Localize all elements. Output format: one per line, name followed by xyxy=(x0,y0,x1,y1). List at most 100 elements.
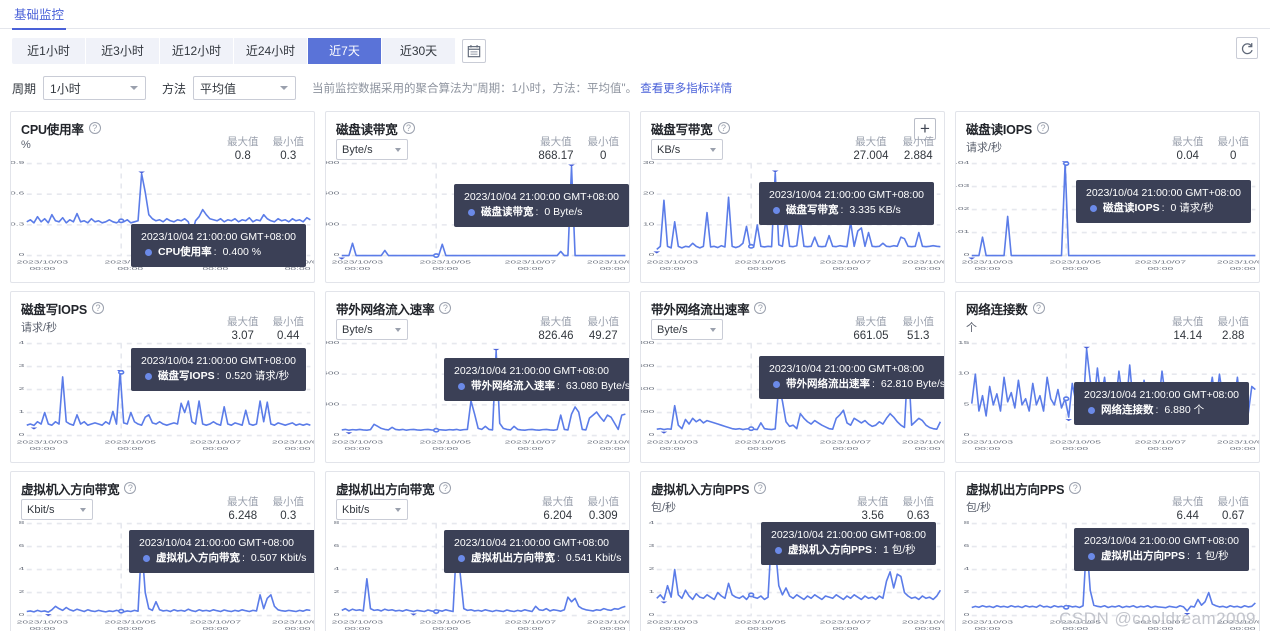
x-tick-label: 00:00 xyxy=(117,446,144,451)
question-icon[interactable]: ? xyxy=(91,302,104,314)
metric-card-header: 带外网络流入速率? xyxy=(336,300,619,317)
y-tick-label: 0 xyxy=(964,432,971,437)
x-tick-label: 2023/10/03 xyxy=(962,260,1014,265)
y-tick-label: 200 xyxy=(641,409,655,414)
time-range-button[interactable]: 近7天 xyxy=(308,38,382,64)
unit-value: Byte/s xyxy=(342,323,373,336)
y-tick-label: 8 xyxy=(19,520,26,525)
metric-card: 磁盘读IOPS?请求/秒最大值0.04最小值000.010.020.030.04… xyxy=(955,111,1260,283)
metric-title: 磁盘读IOPS xyxy=(966,122,1032,137)
series-line xyxy=(972,349,1256,417)
tab-basic-monitoring[interactable]: 基础监控 xyxy=(12,0,67,30)
x-tick-label: 2023/10/05 xyxy=(1050,440,1102,445)
x-tick-label: 2023/10/07 xyxy=(1135,440,1186,445)
x-tick-label: 00:00 xyxy=(915,626,942,631)
y-tick-label: 8 xyxy=(964,520,971,525)
x-tick-label: 2023/10/03 xyxy=(647,260,699,265)
question-icon[interactable]: ? xyxy=(754,302,767,314)
unit-value: Byte/s xyxy=(657,323,688,336)
max-marker-icon xyxy=(1083,346,1090,349)
metric-chart[interactable]: 02004006008002023/10/0300:002023/10/0500… xyxy=(641,336,944,462)
refresh-button[interactable] xyxy=(1236,37,1258,59)
y-tick-label: 0 xyxy=(649,432,656,437)
metric-chart[interactable]: 0 1 2 3 4 2023/10/03 00:00 2023/10/05 00:00 2023/… xyxy=(11,336,314,462)
period-label: 周期 xyxy=(12,81,37,96)
x-tick-label: 00:00 xyxy=(659,266,686,271)
question-icon[interactable]: ? xyxy=(402,122,415,134)
metric-chart[interactable]: 00.010.020.030.042023/10/0300:002023/10/… xyxy=(956,156,1259,282)
max-marker-icon xyxy=(768,531,775,534)
stat-label: 最大值 xyxy=(540,316,572,328)
more-metrics-link[interactable]: 查看更多指标详情 xyxy=(640,83,732,95)
hover-point-marker xyxy=(749,245,754,248)
x-tick-label: 2023/10/05 xyxy=(1050,620,1102,625)
x-tick-label: 00:00 xyxy=(974,446,1001,451)
question-icon[interactable]: ? xyxy=(717,122,730,134)
time-range-button[interactable]: 近24小时 xyxy=(234,38,308,64)
time-range-label: 近7天 xyxy=(329,44,360,58)
tab-bar: 基础监控 xyxy=(0,0,1270,30)
x-tick-label: 2023/10/07 xyxy=(190,620,241,625)
metric-chart[interactable]: 0 1 2 3 4 2023/10/03 00:00 2023/10/05 00:00 2023/… xyxy=(641,516,944,631)
x-tick-label: 2023/10/09 xyxy=(1217,440,1259,445)
method-select[interactable]: 平均值 xyxy=(193,76,297,100)
metric-card-header: 虚拟机入方向PPS? xyxy=(651,480,934,497)
question-icon[interactable]: ? xyxy=(439,482,452,494)
y-tick-label: 2 xyxy=(334,589,340,594)
time-range-button[interactable]: 近3小时 xyxy=(86,38,160,64)
period-value: 1小时 xyxy=(50,81,81,96)
y-tick-label: 10 xyxy=(643,222,655,227)
x-tick-label: 00:00 xyxy=(29,626,56,631)
time-range-button[interactable]: 近30天 xyxy=(382,38,456,64)
metric-chart[interactable]: 0 0.3 0.6 0.9 2023/10/03 00:00 2023/10/05 00:00… xyxy=(11,156,314,282)
metric-title: 虚拟机入方向带宽 xyxy=(21,482,120,497)
metric-card-grid: CPU使用率?% 最大值 0.8 最小值 0.3 0 0.3 0.6 0.9 2023/10/03… xyxy=(10,111,1260,631)
calendar-button[interactable] xyxy=(462,39,486,63)
x-tick-label: 00:00 xyxy=(432,626,459,631)
tab-label: 基础监控 xyxy=(14,8,65,22)
x-tick-label: 2023/10/09 xyxy=(902,260,944,265)
min-marker-icon xyxy=(968,257,976,260)
y-tick-label: 0 xyxy=(19,252,26,257)
question-icon[interactable]: ? xyxy=(1032,302,1045,314)
series-line xyxy=(657,534,941,600)
metric-chart[interactable]: 0 5 10 15 2023/10/03 00:00 2023/10/05 00:00 2023… xyxy=(956,336,1259,462)
x-tick-label: 2023/10/09 xyxy=(587,440,629,445)
period-select[interactable]: 1小时 xyxy=(43,76,147,100)
x-tick-label: 2023/10/09 xyxy=(902,620,944,625)
y-tick-label: 900 xyxy=(326,160,340,165)
metric-chart[interactable]: 03006009002023/10/0300:002023/10/0500:00… xyxy=(326,156,629,282)
x-tick-label: 2023/10/07 xyxy=(820,260,871,265)
stat-label: 最大值 xyxy=(227,136,259,148)
question-icon[interactable]: ? xyxy=(88,122,101,134)
metric-chart[interactable]: 0 2 4 6 8 2023/10/03 00:00 2023/10/05 00:00 2023/… xyxy=(11,516,314,631)
question-icon[interactable]: ? xyxy=(439,302,452,314)
hover-point-marker xyxy=(1064,162,1069,165)
metric-chart[interactable]: 03006009002023/10/0300:002023/10/0500:00… xyxy=(326,336,629,462)
metric-chart[interactable]: 0 2 4 6 8 2023/10/03 00:00 2023/10/05 00:00 2023/… xyxy=(326,516,629,631)
question-icon[interactable]: ? xyxy=(754,482,767,494)
y-tick-label: 0 xyxy=(964,612,971,617)
question-icon[interactable]: ? xyxy=(1069,482,1082,494)
y-tick-label: 0 xyxy=(649,252,656,257)
time-range-button[interactable]: 近12小时 xyxy=(160,38,234,64)
y-tick-label: 2 xyxy=(964,589,970,594)
question-icon[interactable]: ? xyxy=(124,482,137,494)
metric-card-header: 虚拟机入方向带宽? xyxy=(21,480,304,497)
x-tick-label: 2023/10/03 xyxy=(332,260,384,265)
metric-chart[interactable]: 0 10 20 30 2023/10/03 00:00 2023/10/05 00:00 202… xyxy=(641,156,944,282)
aggregation-hint: 当前监控数据采用的聚合算法为"周期：1小时，方法：平均值"。 查看更多指标详情 xyxy=(312,80,732,96)
metric-title: 磁盘读带宽 xyxy=(336,122,398,137)
y-tick-label: 1 xyxy=(19,409,25,414)
metric-chart[interactable]: 0 2 4 6 8 2023/10/03 00:00 2023/10/05 00:00 2023/… xyxy=(956,516,1259,631)
x-tick-label: 2023/10/05 xyxy=(105,440,157,445)
question-icon[interactable]: ? xyxy=(1036,122,1049,134)
x-tick-label: 00:00 xyxy=(517,266,544,271)
min-marker-icon xyxy=(188,237,196,240)
y-tick-label: 6 xyxy=(19,543,26,548)
x-tick-label: 00:00 xyxy=(202,626,229,631)
time-range-button[interactable]: 近1小时 xyxy=(12,38,86,64)
metric-card: 虚拟机出方向PPS? 包/秒 最大值 6.44 最小值 0.67 0 2 4 6 8 2023/10/… xyxy=(955,471,1260,631)
x-tick-label: 00:00 xyxy=(747,446,774,451)
x-tick-label: 2023/10/09 xyxy=(272,440,314,445)
